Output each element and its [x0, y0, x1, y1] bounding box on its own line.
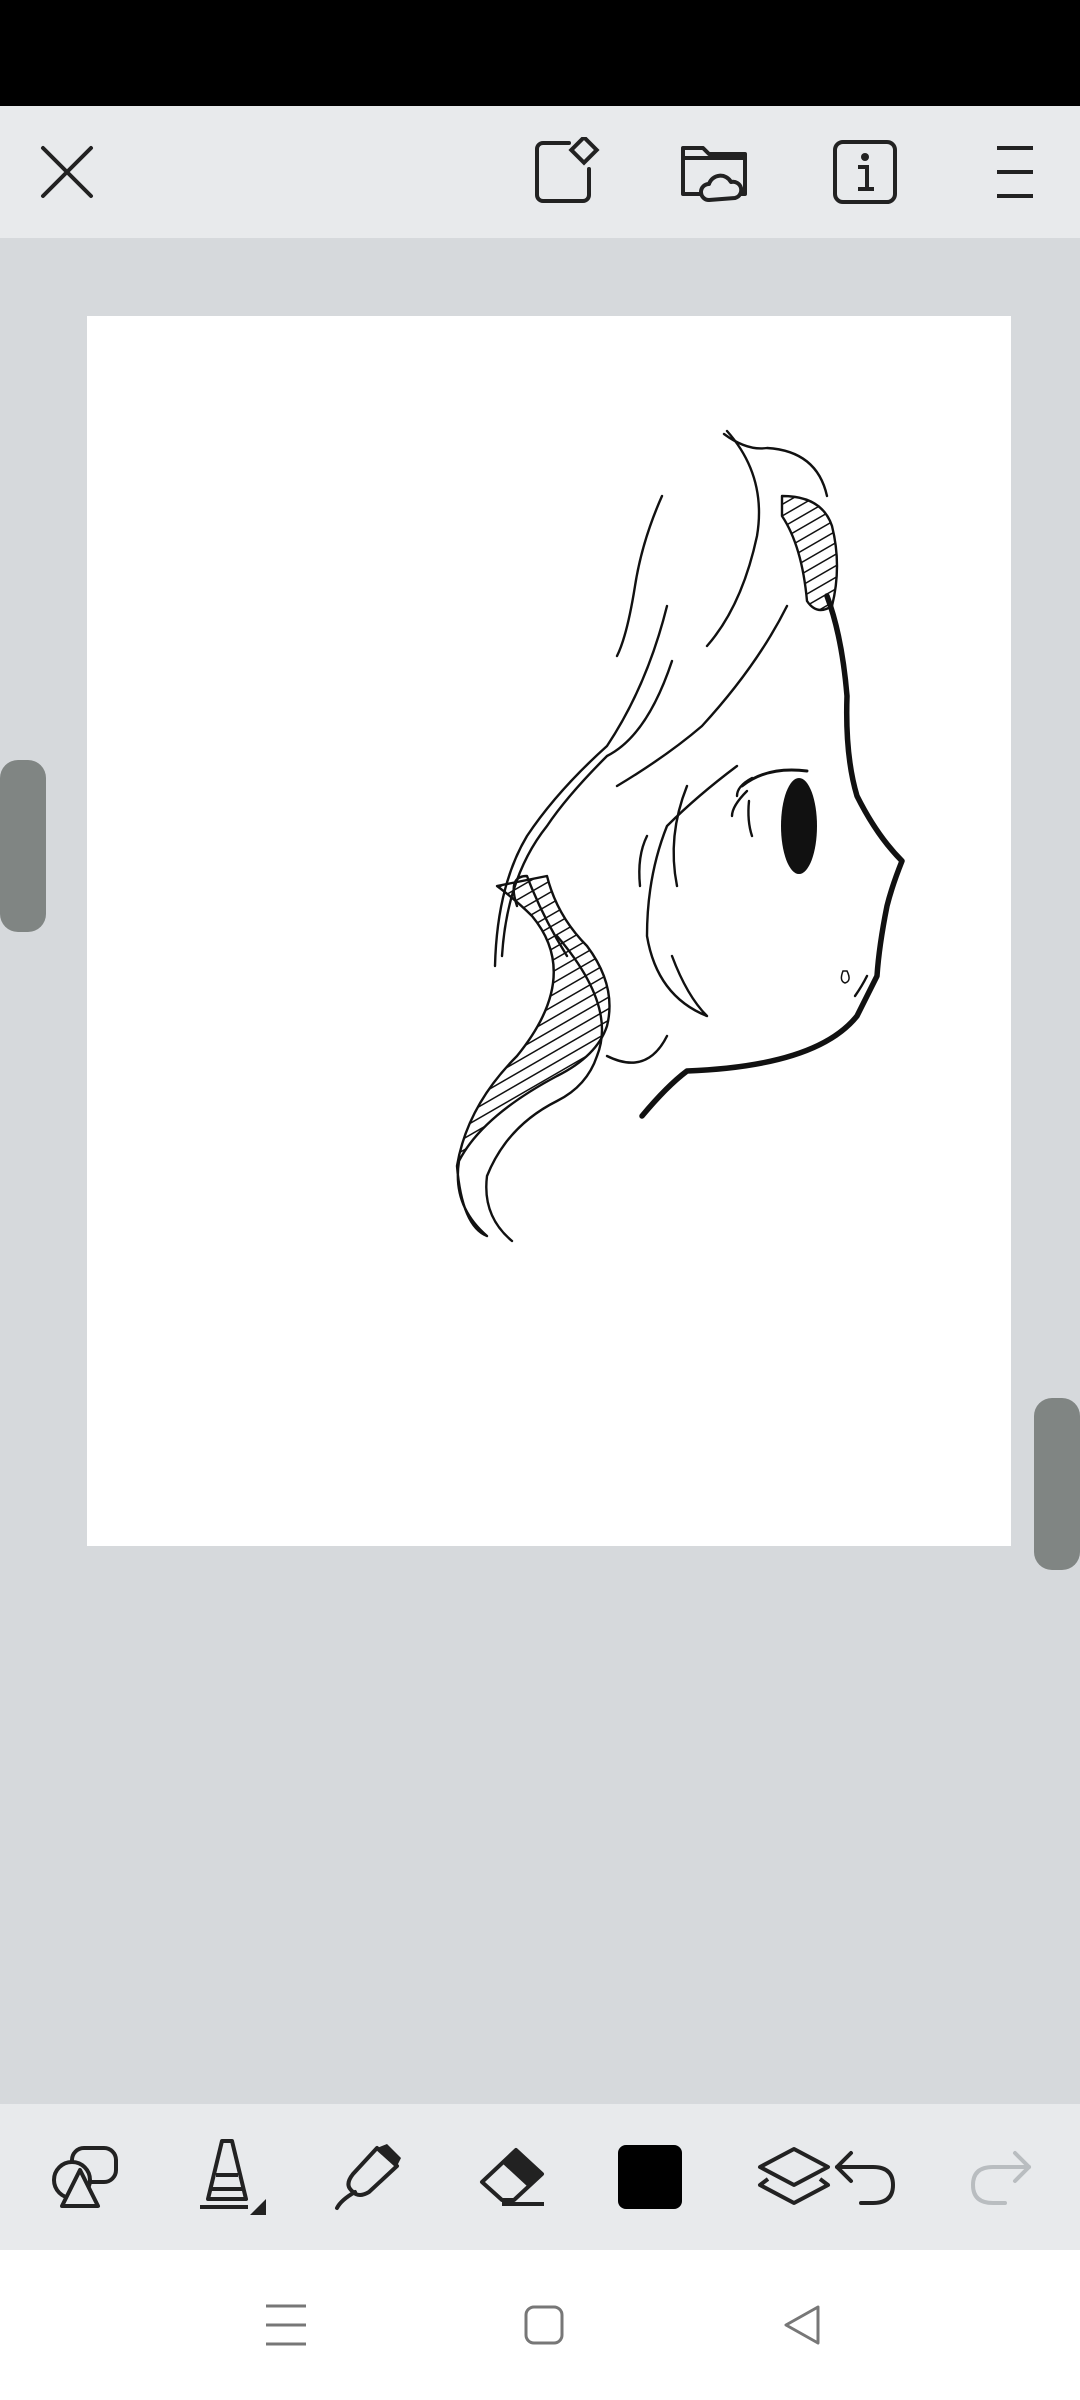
color-button[interactable]	[590, 2104, 710, 2250]
close-button[interactable]	[12, 106, 122, 238]
close-icon	[41, 146, 93, 198]
undo-button[interactable]	[806, 2104, 926, 2250]
top-toolbar	[0, 106, 1080, 238]
fill-icon	[335, 2144, 401, 2210]
undo-icon	[835, 2151, 896, 2205]
menu-button[interactable]	[960, 106, 1070, 238]
info-icon	[833, 140, 897, 204]
back-icon	[784, 2305, 820, 2345]
info-button[interactable]	[810, 106, 920, 238]
home-icon	[524, 2305, 564, 2345]
line-art-drawing	[455, 429, 905, 1243]
bottom-toolbar	[0, 2104, 1080, 2250]
cloud-folder-icon	[681, 146, 747, 202]
cloud-folder-button[interactable]	[660, 106, 770, 238]
canvas-edit-button[interactable]	[511, 106, 621, 238]
recents-button[interactable]	[216, 2250, 356, 2400]
left-scroll-handle[interactable]	[0, 760, 46, 932]
eraser-icon	[480, 2148, 544, 2206]
right-scroll-handle[interactable]	[1034, 1398, 1080, 1570]
recents-icon	[266, 2304, 306, 2346]
redo-button[interactable]	[940, 2104, 1060, 2250]
drawing-canvas[interactable]	[87, 316, 1011, 1546]
fill-button[interactable]	[308, 2104, 428, 2250]
redo-icon	[970, 2151, 1031, 2205]
menu-icon	[997, 146, 1033, 198]
navigation-bar	[0, 2250, 1080, 2400]
back-button[interactable]	[732, 2250, 872, 2400]
brush-icon	[200, 2139, 266, 2215]
shapes-icon	[52, 2146, 118, 2208]
shapes-button[interactable]	[24, 2104, 144, 2250]
edit-canvas-icon	[535, 137, 600, 203]
eraser-button[interactable]	[450, 2104, 570, 2250]
status-bar	[0, 0, 1080, 106]
brush-button[interactable]	[168, 2104, 288, 2250]
color-swatch	[618, 2145, 682, 2209]
home-button[interactable]	[474, 2250, 614, 2400]
eye	[781, 778, 817, 874]
